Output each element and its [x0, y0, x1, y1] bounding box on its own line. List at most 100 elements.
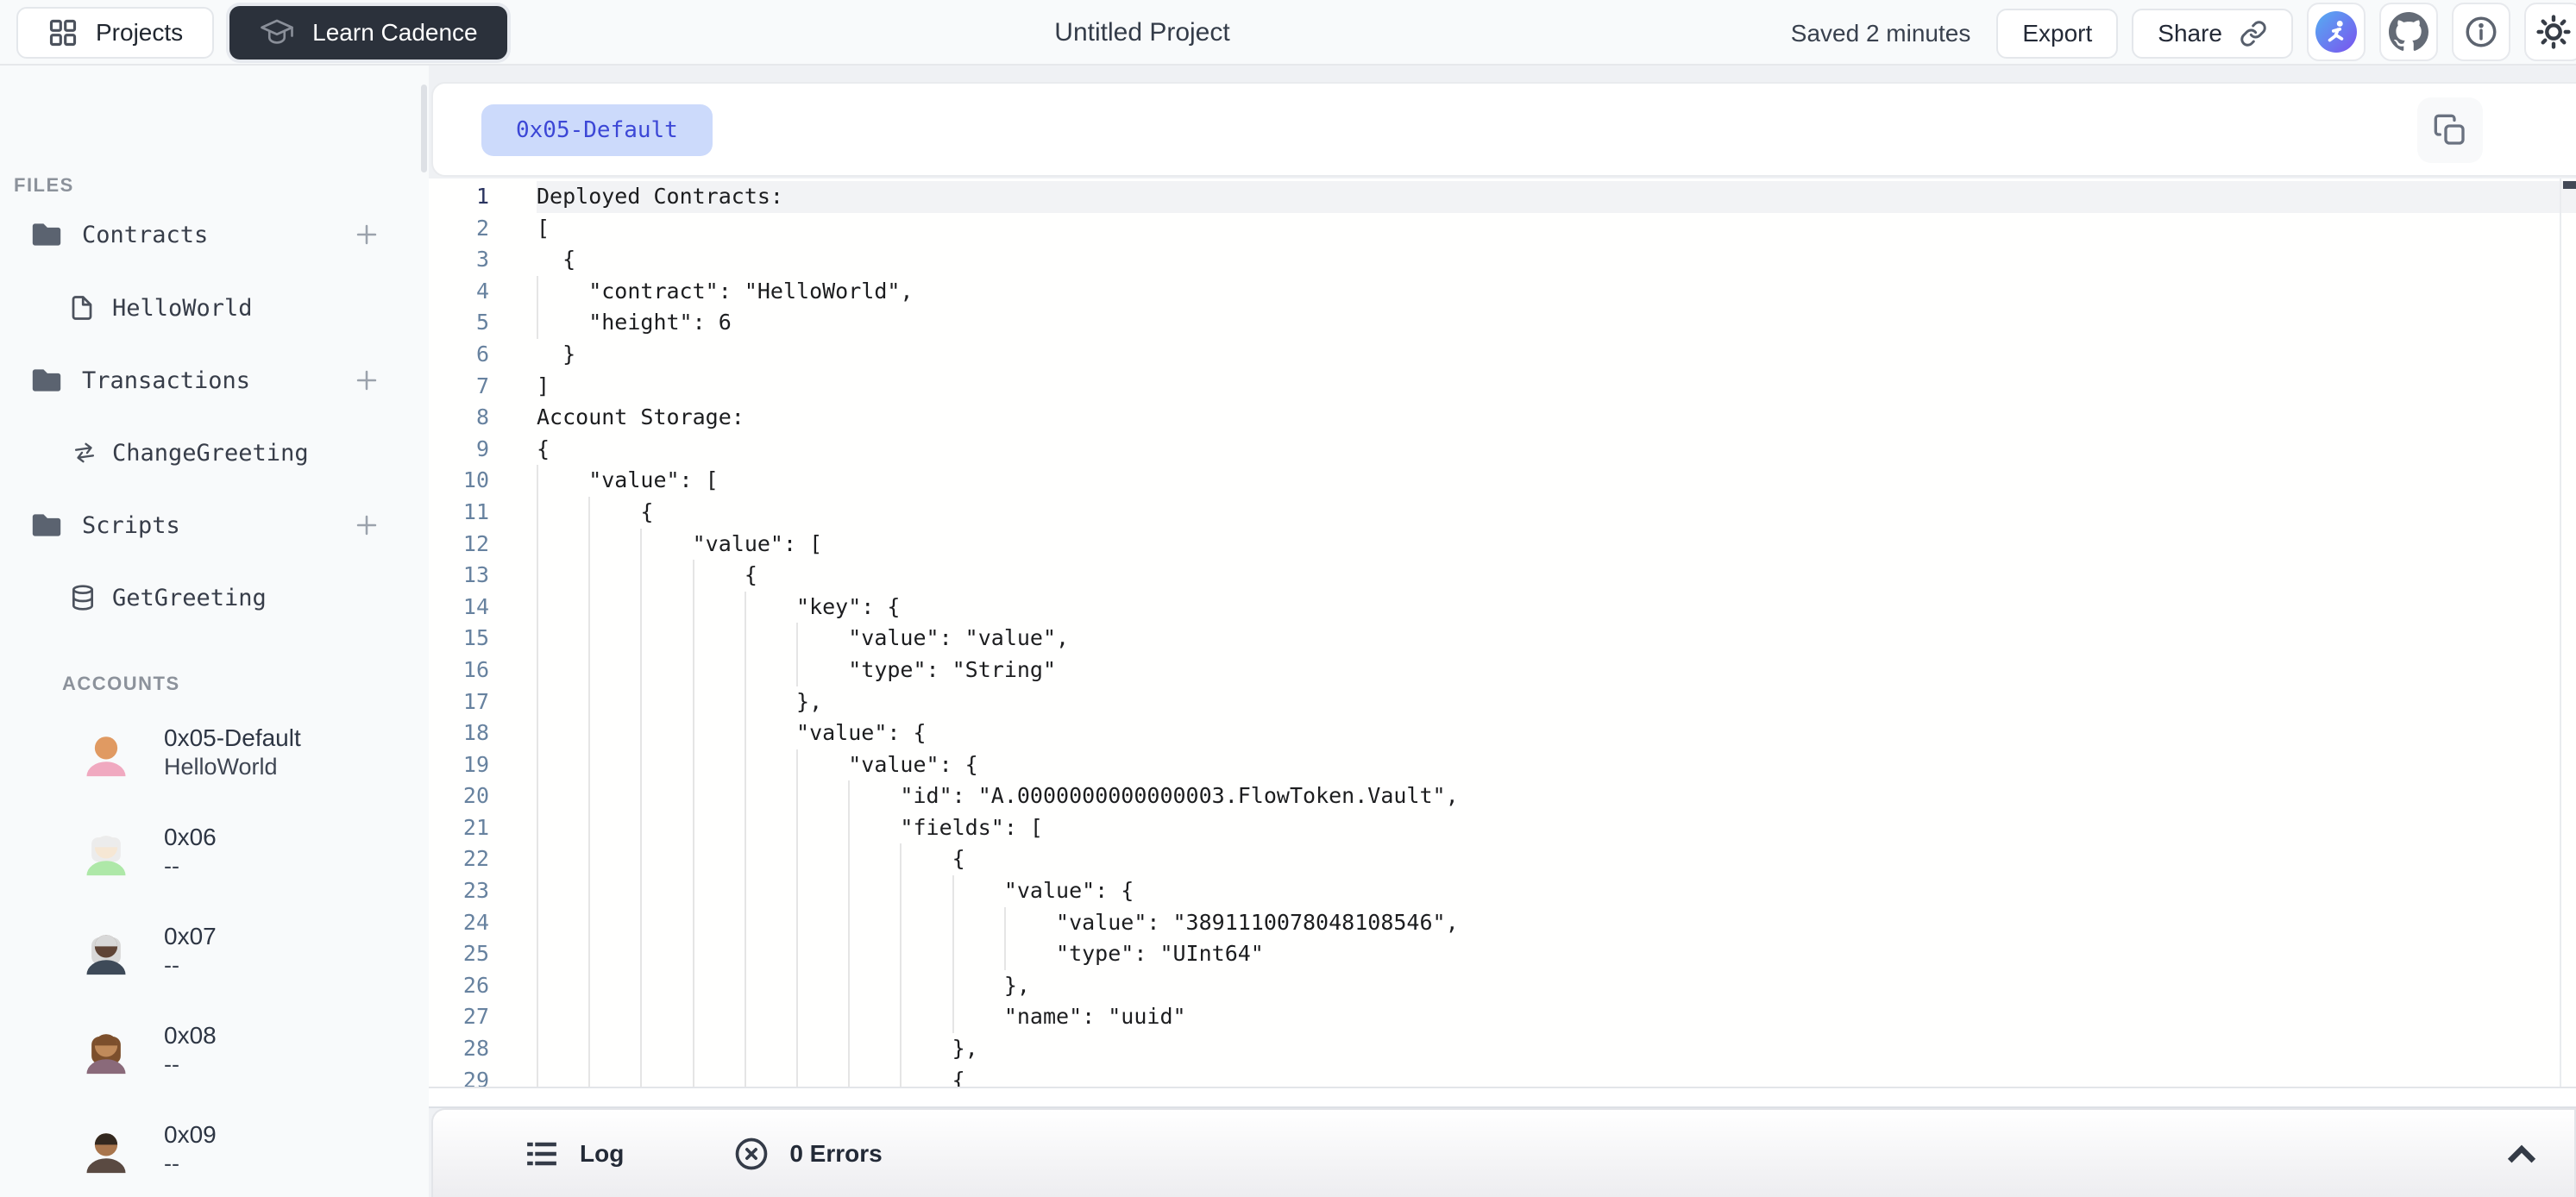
- sidebar-item-contracts[interactable]: Contracts: [0, 207, 429, 262]
- code-line: 28},: [429, 1033, 2576, 1065]
- chevron-up-icon: [2502, 1134, 2541, 1174]
- indent-guide: [588, 529, 640, 561]
- runner-avatar-icon: [2315, 11, 2357, 53]
- log-tab[interactable]: Log: [523, 1135, 624, 1173]
- indent-guide: [588, 497, 640, 529]
- page-title: Untitled Project: [1054, 0, 1229, 66]
- sidebar-item-scripts[interactable]: Scripts: [0, 498, 429, 553]
- indent-guide: [900, 843, 952, 875]
- code-line: 21"fields": [: [429, 812, 2576, 844]
- account-deployed-contracts: HelloWorld: [164, 753, 301, 780]
- indent-guide: [537, 907, 588, 939]
- code-line: 15"value": "value",: [429, 623, 2576, 655]
- account-item-0x09[interactable]: 0x09--: [0, 1107, 429, 1190]
- indent-guide: [537, 560, 588, 592]
- account-text: 0x06--: [164, 823, 217, 880]
- line-number: 11: [429, 497, 537, 529]
- line-number: 23: [429, 875, 537, 907]
- code-line: 1Deployed Contracts:: [429, 181, 2576, 213]
- indent-guide: [537, 276, 588, 308]
- code-line: 20"id": "A.0000000000000003.FlowToken.Va…: [429, 780, 2576, 812]
- sidebar-scrollbar-thumb[interactable]: [421, 85, 427, 172]
- indent-guide: [796, 907, 848, 939]
- community-button[interactable]: [2307, 3, 2366, 61]
- indent-guide: [848, 1001, 900, 1033]
- code-line-text: "value": {: [537, 718, 2576, 749]
- sidebar-item-transactions[interactable]: Transactions: [0, 353, 429, 408]
- editor-scrollbar-thumb[interactable]: [2563, 181, 2576, 189]
- tab-0x05-default[interactable]: 0x05-Default: [481, 104, 713, 156]
- line-number: 4: [429, 276, 537, 308]
- add-scripts-button[interactable]: [352, 511, 381, 540]
- indent-guide: [796, 812, 848, 844]
- account-item-0x08[interactable]: 0x08--: [0, 1008, 429, 1091]
- indent-guide: [796, 1001, 848, 1033]
- theme-toggle-button[interactable]: [2524, 3, 2576, 61]
- indent-guide: [537, 592, 588, 624]
- indent-guide: [588, 970, 640, 1002]
- info-button[interactable]: [2452, 3, 2510, 61]
- indent-guide: [537, 686, 588, 718]
- code-line: 9{: [429, 434, 2576, 466]
- code-line: 12"value": [: [429, 529, 2576, 561]
- indent-guide: [537, 529, 588, 561]
- indent-guide: [640, 843, 692, 875]
- code-line: 27"name": "uuid": [429, 1001, 2576, 1033]
- account-item-0x06[interactable]: 0x06--: [0, 810, 429, 893]
- learn-cadence-button[interactable]: Learn Cadence: [229, 6, 506, 60]
- sidebar-item-helloworld[interactable]: HelloWorld: [0, 280, 429, 335]
- indent-guide: [640, 1065, 692, 1087]
- copy-button[interactable]: [2417, 97, 2483, 163]
- indent-guide: [537, 970, 588, 1002]
- export-button[interactable]: Export: [1996, 9, 2118, 59]
- indent-guide: [537, 780, 588, 812]
- line-number: 21: [429, 812, 537, 844]
- code-line-text: }: [537, 339, 2576, 371]
- account-item-0x05-default[interactable]: 0x05-DefaultHelloWorld: [0, 711, 429, 793]
- code-line-text: "type": "String": [537, 655, 2576, 686]
- code-line-text: [: [537, 213, 2576, 245]
- indent-guide: [588, 686, 640, 718]
- indent-guide: [588, 780, 640, 812]
- indent-guide: [693, 1001, 745, 1033]
- indent-guide: [693, 686, 745, 718]
- indent-guide: [640, 780, 692, 812]
- code-line: 7]: [429, 371, 2576, 403]
- line-number: 24: [429, 907, 537, 939]
- sidebar-item-changegreeting[interactable]: ChangeGreeting: [0, 425, 429, 480]
- indent-guide: [952, 875, 1004, 907]
- top-bar: Projects Learn Cadence Untitled Project …: [0, 0, 2576, 66]
- indent-guide: [900, 938, 952, 970]
- indent-guide: [952, 907, 1004, 939]
- indent-guide: [796, 970, 848, 1002]
- collapse-panel-button[interactable]: [2502, 1134, 2541, 1174]
- share-button[interactable]: Share: [2132, 9, 2293, 59]
- folder-icon: [29, 365, 64, 396]
- sidebar-item-getgreeting[interactable]: GetGreeting: [0, 570, 429, 625]
- add-transactions-button[interactable]: [352, 366, 381, 395]
- line-number: 9: [429, 434, 537, 466]
- indent-guide: [796, 938, 848, 970]
- code-editor[interactable]: 1Deployed Contracts:2[3 {4"contract": "H…: [429, 179, 2576, 1087]
- line-number: 20: [429, 780, 537, 812]
- code-line-text: {: [537, 497, 2576, 529]
- add-contracts-button[interactable]: [352, 220, 381, 249]
- account-address: 0x09: [164, 1120, 217, 1150]
- indent-guide: [745, 655, 796, 686]
- indent-guide: [900, 907, 952, 939]
- code-line: 18"value": {: [429, 718, 2576, 749]
- projects-button[interactable]: Projects: [16, 7, 214, 59]
- account-item-0x07[interactable]: 0x07--: [0, 909, 429, 992]
- line-number: 17: [429, 686, 537, 718]
- indent-guide: [640, 655, 692, 686]
- line-number: 15: [429, 623, 537, 655]
- account-avatar: [80, 726, 132, 778]
- errors-tab[interactable]: 0 Errors: [732, 1135, 882, 1173]
- line-number: 22: [429, 843, 537, 875]
- indent-guide: [900, 1033, 952, 1065]
- indent-guide: [745, 1001, 796, 1033]
- indent-guide: [537, 875, 588, 907]
- github-button[interactable]: [2379, 3, 2438, 61]
- line-number: 5: [429, 307, 537, 339]
- indent-guide: [588, 907, 640, 939]
